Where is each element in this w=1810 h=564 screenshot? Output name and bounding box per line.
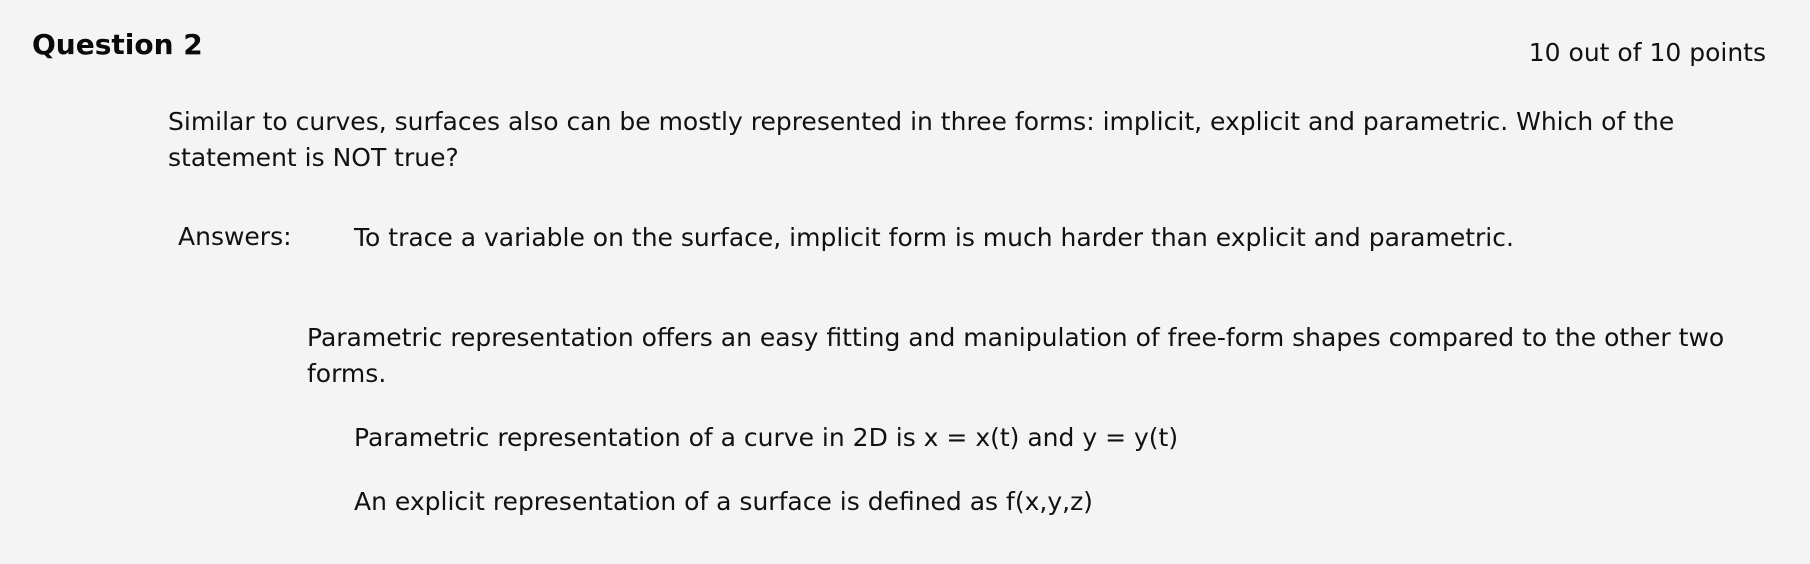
- question-text: Similar to curves, surfaces also can be …: [168, 107, 1675, 172]
- question-card: Question 2 10 out of 10 points Similar t…: [0, 0, 1810, 564]
- answer-option-4: An explicit representation of a surface …: [354, 487, 1093, 516]
- answer-option-1: To trace a variable on the surface, impl…: [354, 223, 1514, 252]
- answer-option-2: Parametric representation offers an easy…: [307, 323, 1725, 388]
- answers-label: Answers:: [178, 222, 292, 251]
- answer-option-3: Parametric representation of a curve in …: [354, 423, 1179, 452]
- question-title: Question 2: [32, 28, 203, 61]
- question-score: 10 out of 10 points: [1528, 38, 1766, 67]
